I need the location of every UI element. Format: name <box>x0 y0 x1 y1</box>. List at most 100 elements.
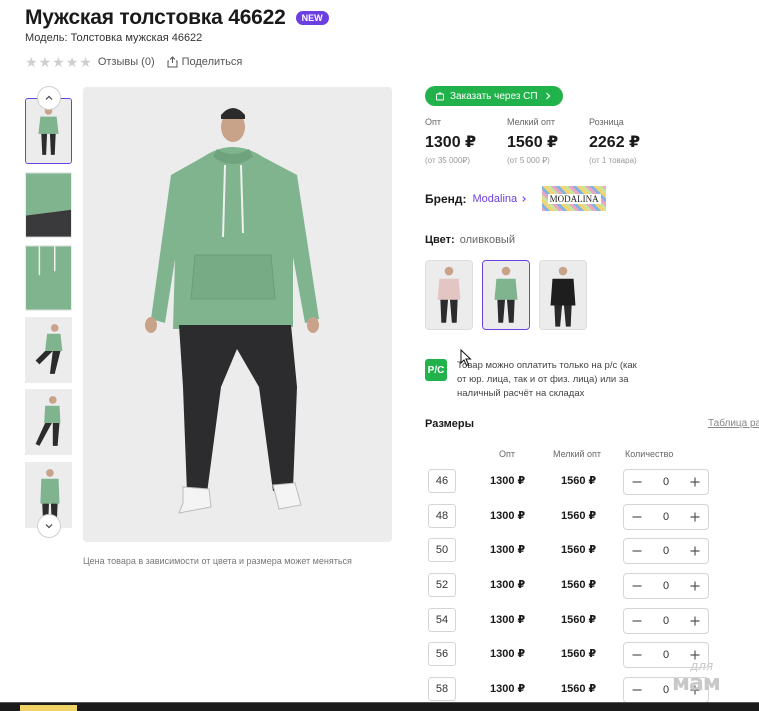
order-label: Заказать через СП <box>450 90 538 102</box>
size-price-small-opt: 1560 ₽ <box>561 544 597 556</box>
quantity-value[interactable]: 0 <box>663 580 669 592</box>
thumbnail-3[interactable] <box>25 245 72 311</box>
star-icon: ★ <box>79 54 92 70</box>
thumbnail-4[interactable] <box>25 317 72 383</box>
color-swatch-pink[interactable] <box>425 260 473 330</box>
thumbnail-5[interactable] <box>25 389 72 455</box>
brand-logo[interactable]: MODALINA <box>542 186 607 211</box>
reviews-link[interactable]: Отзывы (0) <box>98 56 155 68</box>
quantity-value[interactable]: 0 <box>663 476 669 488</box>
size-price-opt: 1300 ₽ <box>490 544 526 556</box>
size-price-opt: 1300 ₽ <box>490 475 526 487</box>
minus-icon <box>632 654 642 656</box>
watermark-line2: мам <box>672 671 721 696</box>
decrement-button[interactable] <box>630 614 644 628</box>
decrement-button[interactable] <box>630 648 644 662</box>
sizes-title: Размеры <box>425 418 475 430</box>
star-icon: ★ <box>52 54 65 70</box>
rating-stars: ★ ★ ★ ★ ★ <box>25 55 92 69</box>
order-via-sp-button[interactable]: Заказать через СП <box>425 86 563 106</box>
bank-transfer-icon: Р/С <box>425 359 447 381</box>
size-label: 46 <box>428 469 456 493</box>
plus-icon <box>690 477 700 487</box>
quantity-stepper: 0 <box>623 573 709 599</box>
size-row: 52 1300 ₽ 1560 ₽ 0 <box>428 573 748 599</box>
decrement-button[interactable] <box>630 510 644 524</box>
increment-button[interactable] <box>688 475 702 489</box>
rating-row: ★ ★ ★ ★ ★ Отзывы (0) Поделиться <box>25 55 242 69</box>
star-icon: ★ <box>25 54 38 70</box>
size-label: 54 <box>428 608 456 632</box>
decrement-button[interactable] <box>630 683 644 697</box>
minus-icon <box>632 481 642 483</box>
thumbnail-strip <box>25 86 73 538</box>
product-title: Мужская толстовка 46622 <box>25 6 286 29</box>
thumbnail-2[interactable] <box>25 172 72 238</box>
bag-icon <box>436 92 444 101</box>
quantity-value[interactable]: 0 <box>663 511 669 523</box>
quantity-stepper: 0 <box>623 504 709 530</box>
taskbar <box>0 702 759 711</box>
minus-icon <box>632 516 642 518</box>
header-small-opt: Мелкий опт <box>553 449 602 459</box>
minus-icon <box>632 550 642 552</box>
size-price-opt: 1300 ₽ <box>490 683 526 695</box>
quantity-value[interactable]: 0 <box>663 545 669 557</box>
brand-row: Бренд: Modalina MODALINA <box>425 186 607 211</box>
increment-button[interactable] <box>688 510 702 524</box>
price-label: Опт <box>425 117 441 127</box>
size-price-opt: 1300 ₽ <box>490 648 526 660</box>
decrement-button[interactable] <box>630 579 644 593</box>
quantity-value[interactable]: 0 <box>663 649 669 661</box>
color-label: Цвет: <box>425 234 455 246</box>
size-label: 48 <box>428 504 456 528</box>
header-opt: Опт <box>499 449 515 459</box>
price-min: (от 5 000 ₽) <box>507 156 550 165</box>
decrement-button[interactable] <box>630 475 644 489</box>
color-swatch-black[interactable] <box>539 260 587 330</box>
share-button[interactable]: Поделиться <box>167 56 243 68</box>
size-table-link[interactable]: Таблица размеров <box>708 418 759 429</box>
title-row: Мужская толстовка 46622 NEW <box>25 6 329 30</box>
size-label: 58 <box>428 677 456 701</box>
price-label: Розница <box>589 117 624 127</box>
size-price-opt: 1300 ₽ <box>490 510 526 522</box>
decrement-button[interactable] <box>630 544 644 558</box>
share-icon <box>167 56 178 68</box>
size-price-small-opt: 1560 ₽ <box>561 579 597 591</box>
size-row: 54 1300 ₽ 1560 ₽ 0 <box>428 608 748 634</box>
plus-icon <box>690 546 700 556</box>
price-note: Цена товара в зависимости от цвета и раз… <box>83 556 352 566</box>
increment-button[interactable] <box>688 614 702 628</box>
mouse-cursor-icon <box>460 349 472 367</box>
chevron-right-icon <box>545 92 550 100</box>
main-product-photo[interactable] <box>83 87 392 542</box>
quantity-value[interactable]: 0 <box>663 615 669 627</box>
plus-icon <box>690 616 700 626</box>
increment-button[interactable] <box>688 579 702 593</box>
size-label: 50 <box>428 538 456 562</box>
quantity-stepper: 0 <box>623 608 709 634</box>
size-price-opt: 1300 ₽ <box>490 614 526 626</box>
brand-link[interactable]: Modalina <box>473 193 529 205</box>
thumbnails-down-button[interactable] <box>37 514 61 538</box>
size-price-small-opt: 1560 ₽ <box>561 510 597 522</box>
watermark: для мам <box>672 657 721 696</box>
payment-note: Р/С Товар можно оплатить только на р/с (… <box>425 359 647 401</box>
color-row: Цвет: оливковый <box>425 234 515 246</box>
product-model: Модель: Толстовка мужская 46622 <box>25 32 203 44</box>
thumbnails-up-button[interactable] <box>37 86 61 110</box>
price-value: 1300 ₽ <box>425 134 477 151</box>
size-row: 48 1300 ₽ 1560 ₽ 0 <box>428 504 748 530</box>
chevron-down-icon <box>45 524 53 529</box>
new-badge: NEW <box>295 11 329 25</box>
quantity-value[interactable]: 0 <box>663 684 669 696</box>
color-swatch-olive[interactable] <box>482 260 530 330</box>
share-label: Поделиться <box>181 56 243 68</box>
color-swatches <box>425 260 587 330</box>
taskbar-item[interactable] <box>20 705 77 711</box>
size-price-small-opt: 1560 ₽ <box>561 648 597 660</box>
increment-button[interactable] <box>688 544 702 558</box>
size-price-small-opt: 1560 ₽ <box>561 475 597 487</box>
plus-icon <box>690 581 700 591</box>
